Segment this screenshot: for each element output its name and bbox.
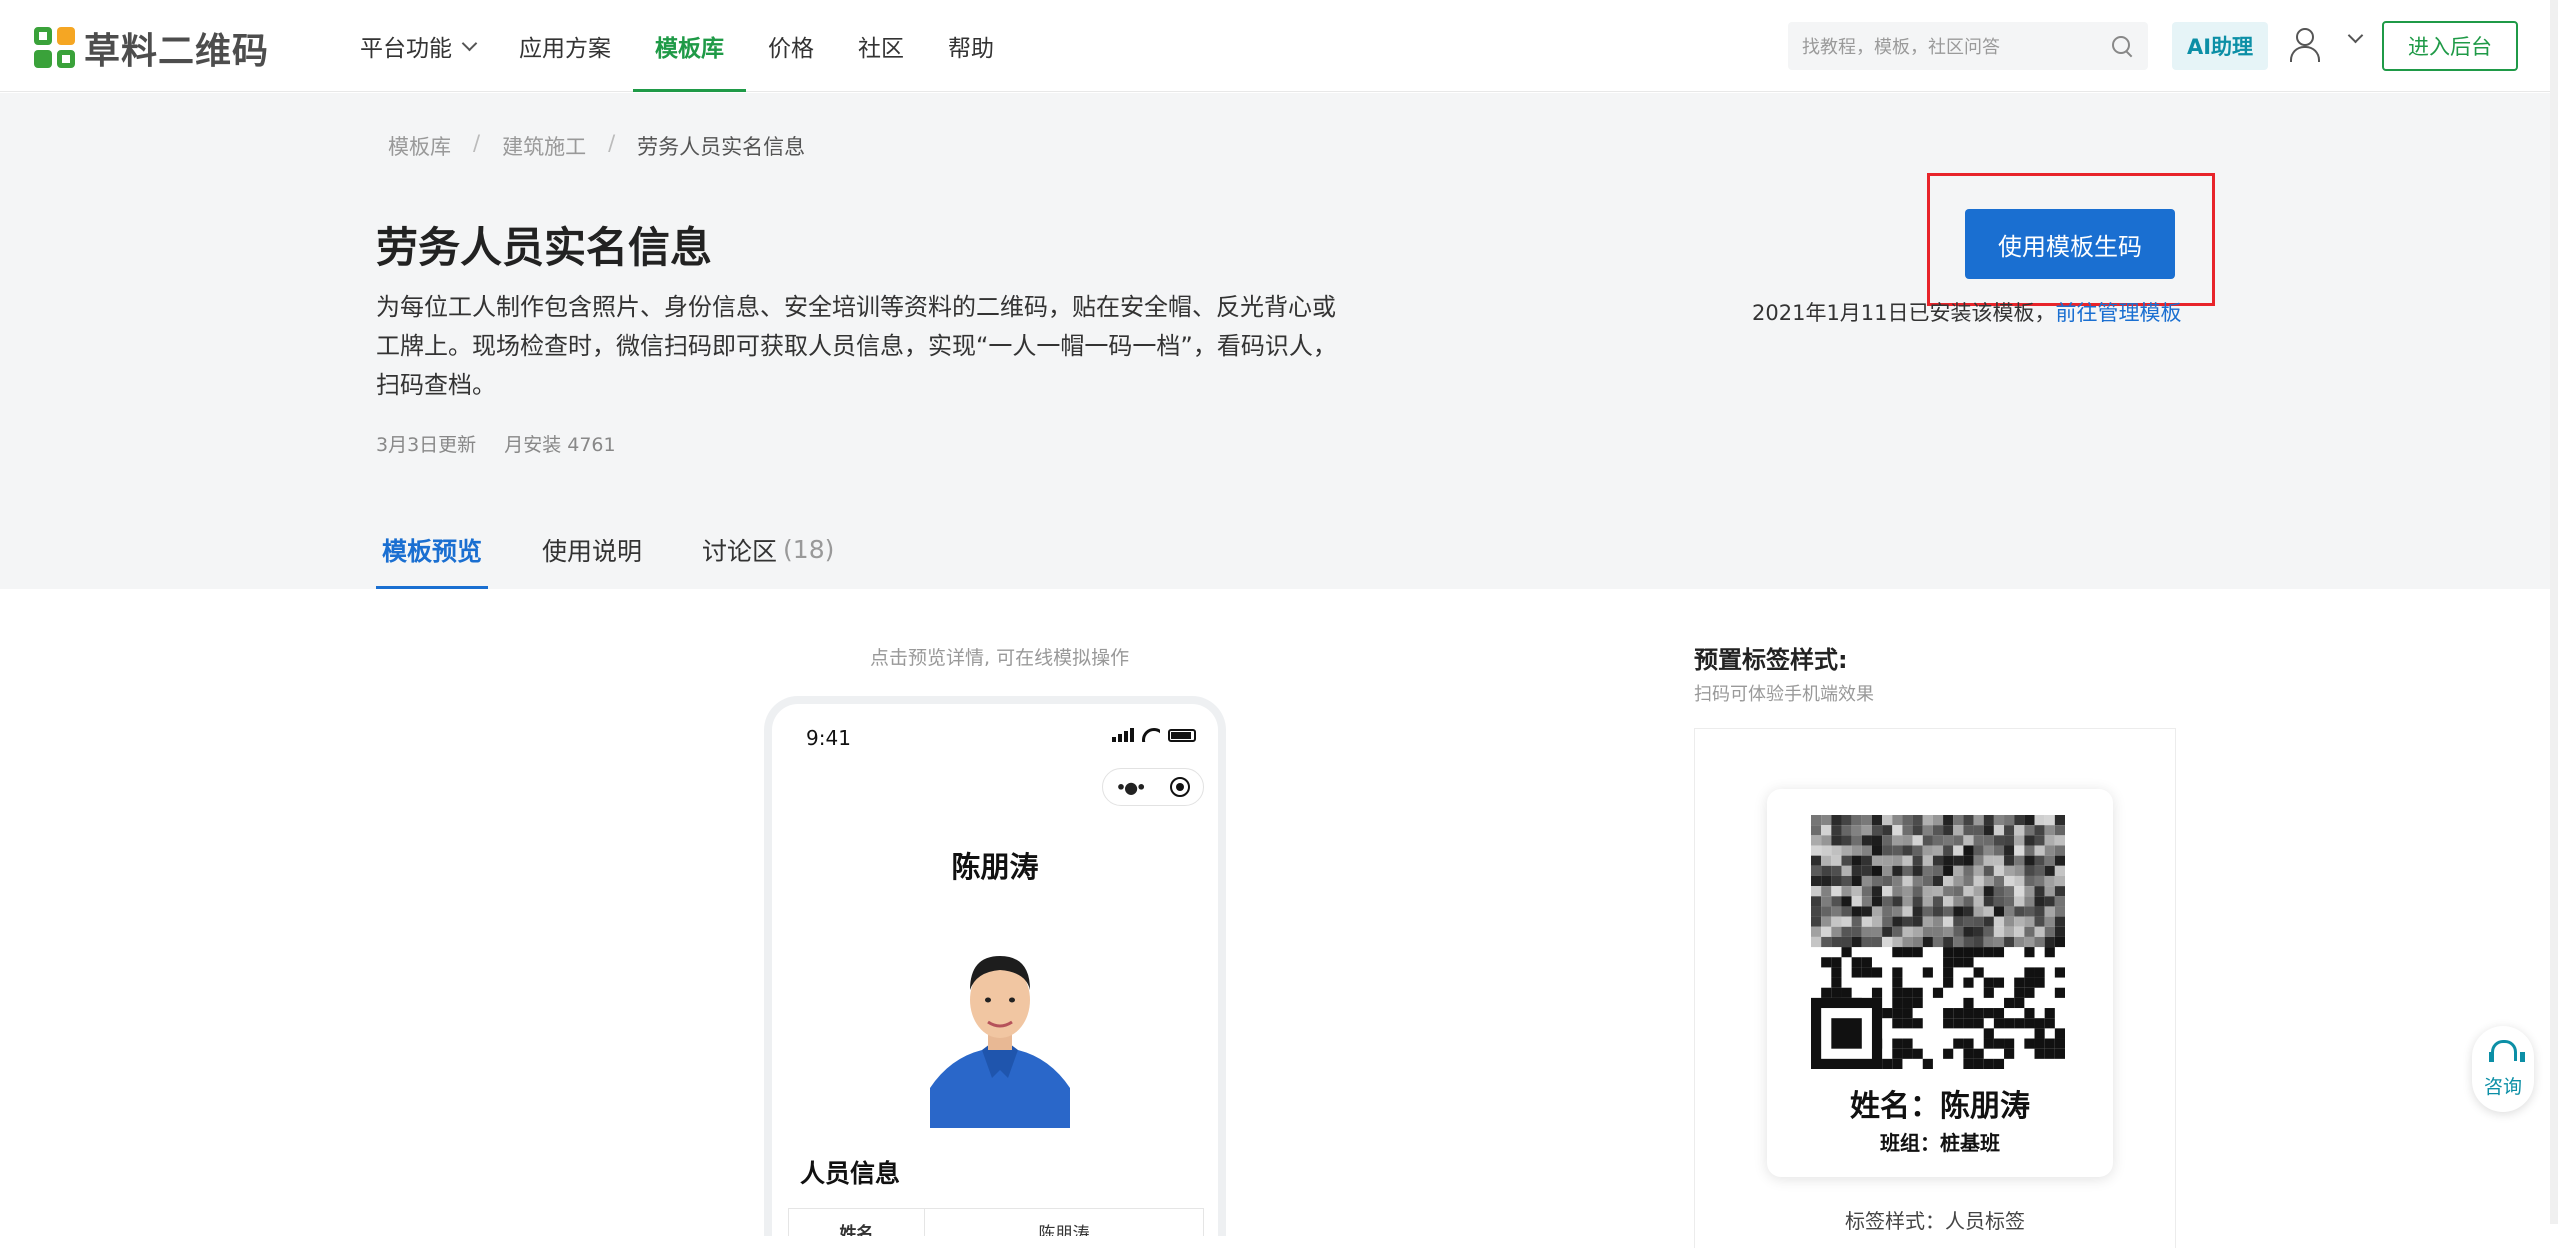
qr-code: [1811, 815, 2065, 1069]
tab-label: 讨论区: [702, 536, 778, 566]
breadcrumb-template-library[interactable]: 模板库: [388, 131, 451, 161]
breadcrumb-separator: /: [608, 131, 616, 155]
page-title: 劳务人员实名信息: [376, 223, 713, 272]
scrollbar[interactable]: [2550, 0, 2558, 1224]
manage-template-link[interactable]: 前往管理模板: [2056, 301, 2182, 325]
user-icon[interactable]: [2288, 28, 2320, 62]
menu-item-label: 价格: [768, 36, 814, 62]
consult-button[interactable]: 咨询: [2472, 1026, 2534, 1112]
template-meta: 3月3日更新 月安装 4761: [376, 430, 616, 457]
menu-item-label: 平台功能: [360, 36, 452, 62]
breadcrumb-separator: /: [473, 131, 481, 155]
label-style-subtitle: 扫码可体验手机端效果: [1694, 684, 1874, 705]
menu-item-label: 社区: [858, 36, 904, 62]
phone-status-bar: [1112, 728, 1196, 742]
brand-logo[interactable]: 草料二维码: [34, 22, 269, 74]
use-template-button[interactable]: 使用模板生码: [1965, 209, 2175, 279]
brand-name: 草料二维码: [84, 31, 270, 72]
more-dots-icon[interactable]: •●•: [1116, 778, 1146, 797]
search-placeholder: 找教程，模板，社区问答: [1802, 37, 2000, 58]
worker-photo: [930, 938, 1070, 1128]
breadcrumb-current: 劳务人员实名信息: [637, 135, 806, 159]
menu-item-label: 模板库: [655, 36, 724, 62]
menu-item-community[interactable]: 社区: [836, 0, 926, 92]
updated-date: 3月3日更新: [376, 434, 477, 456]
main-menu: 平台功能 应用方案 模板库 价格 社区 帮助: [338, 0, 1016, 92]
close-target-icon[interactable]: [1170, 777, 1191, 797]
menu-item-templates[interactable]: 模板库: [633, 0, 746, 92]
signal-icon: [1112, 728, 1134, 742]
table-cell-value: 陈朋涛: [1038, 1224, 1090, 1236]
info-table-row: 姓名 陈朋涛: [788, 1208, 1204, 1236]
consult-label: 咨询: [2483, 1075, 2522, 1098]
search-icon[interactable]: [2110, 34, 2134, 58]
discussion-count: (18): [783, 535, 835, 564]
menu-item-label: 帮助: [948, 36, 994, 62]
tab-discussion[interactable]: 讨论区 (18): [696, 510, 840, 589]
breadcrumb-construction[interactable]: 建筑施工: [502, 131, 586, 161]
label-style-title: 预置标签样式:: [1694, 646, 1848, 674]
label-card[interactable]: 姓名：陈朋涛 班组：桩基班: [1767, 789, 2113, 1177]
tab-instructions[interactable]: 使用说明: [536, 510, 648, 589]
chevron-down-icon[interactable]: [2347, 27, 2364, 44]
breadcrumb: 模板库 / 建筑施工 / 劳务人员实名信息: [388, 131, 805, 161]
template-description: 为每位工人制作包含照片、身份信息、安全培训等资料的二维码，贴在安全帽、反光背心或…: [376, 293, 1337, 399]
menu-item-pricing[interactable]: 价格: [746, 0, 836, 92]
menu-item-solutions[interactable]: 应用方案: [497, 0, 633, 92]
tab-preview[interactable]: 模板预览: [376, 510, 489, 589]
ai-assistant-button[interactable]: AI助理: [2172, 22, 2268, 70]
wifi-icon: [1142, 728, 1160, 742]
battery-icon: [1168, 729, 1196, 742]
logo-icon: [34, 27, 76, 69]
tab-label: 使用说明: [542, 536, 643, 566]
installed-text: 2021年1月11日已安装该模板，: [1752, 301, 2056, 325]
card-name: 姓名：陈朋涛: [1850, 1089, 2030, 1124]
label-style-panel: 姓名：陈朋涛 班组：桩基班 标签样式：人员标签: [1694, 728, 2176, 1248]
miniprogram-capsule[interactable]: •●•: [1102, 768, 1204, 806]
menu-item-help[interactable]: 帮助: [926, 0, 1016, 92]
headset-icon: [2488, 1039, 2525, 1066]
menu-item-platform[interactable]: 平台功能: [338, 0, 497, 92]
search-input[interactable]: 找教程，模板，社区问答: [1788, 22, 2148, 70]
card-team: 班组：桩基班: [1880, 1131, 2000, 1155]
label-caption: 标签样式：人员标签: [1845, 1209, 2025, 1233]
enter-console-button[interactable]: 进入后台: [2382, 21, 2518, 71]
preview-hint: 点击预览详情, 可在线模拟操作: [870, 647, 1130, 669]
installed-note: 2021年1月11日已安装该模板，前往管理模板: [1752, 297, 2182, 327]
table-cell-label: 姓名: [789, 1209, 925, 1236]
person-name: 陈朋涛: [951, 850, 1039, 884]
chevron-down-icon: [461, 35, 478, 51]
phone-time: 9:41: [806, 726, 851, 750]
menu-item-label: 应用方案: [519, 36, 611, 62]
tab-label: 模板预览: [382, 536, 483, 566]
monthly-installs: 月安装 4761: [504, 434, 616, 456]
phone-preview[interactable]: 9:41 •●• 陈朋涛 人员信息 姓名 陈朋涛: [764, 696, 1226, 1236]
top-navbar: 草料二维码 平台功能 应用方案 模板库 价格 社区 帮助 找教程，模板，社区问答…: [0, 0, 2558, 92]
section-title: 人员信息: [800, 1159, 901, 1188]
template-tabs: 模板预览 使用说明 讨论区 (18): [376, 510, 888, 589]
